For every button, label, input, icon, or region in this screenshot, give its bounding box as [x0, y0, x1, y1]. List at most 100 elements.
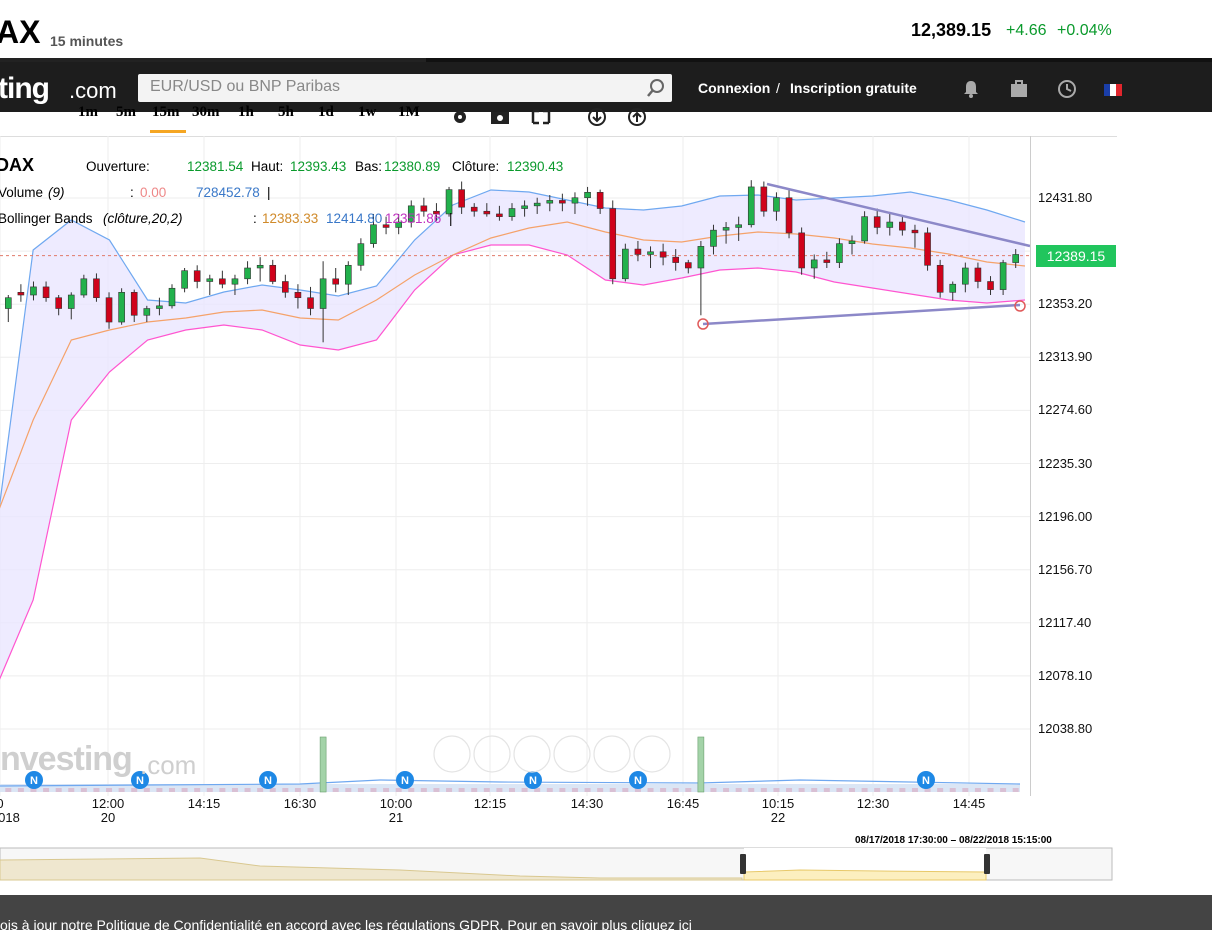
- upload-icon[interactable]: [626, 108, 648, 126]
- interval-5h[interactable]: 5h: [278, 104, 294, 121]
- volume-bar: [571, 788, 578, 792]
- current-price-label: 12389.15: [1036, 245, 1116, 267]
- interval-1m[interactable]: 1m: [78, 104, 98, 121]
- site-logo-com[interactable]: .com: [69, 78, 117, 104]
- volume-bar: [257, 788, 264, 792]
- x-tick-label: 14:45: [952, 796, 986, 811]
- navigator-handle-left: [740, 854, 746, 874]
- volume-bar: [5, 788, 12, 792]
- volume-bar: [143, 788, 150, 792]
- timeframe-label: 15 minutes: [50, 33, 124, 49]
- volume-bar: [811, 788, 818, 792]
- candle-body: [710, 229, 717, 247]
- volume-bar: [786, 788, 793, 792]
- interval-1h[interactable]: 1h: [238, 104, 254, 121]
- volume-bar: [294, 788, 301, 792]
- interval-5m[interactable]: 5m: [116, 104, 136, 121]
- interval-1w[interactable]: 1w: [358, 104, 376, 121]
- candle-body: [936, 264, 944, 293]
- candle-body: [760, 186, 768, 212]
- login-link[interactable]: Connexion: [698, 80, 770, 96]
- legend-open-label: Ouverture:: [86, 159, 150, 174]
- legend-bb-label: Bollinger Bands: [0, 211, 93, 226]
- candle-body: [634, 248, 642, 255]
- candle-body: [987, 281, 994, 290]
- x-tick-label: 14:30: [570, 796, 604, 811]
- legend-bb-param: (clôture,20,2): [103, 211, 183, 226]
- candle-body: [823, 259, 831, 263]
- volume-bar: [118, 788, 125, 792]
- fullscreen-icon[interactable]: [530, 108, 552, 126]
- zoom-control-icon: [473, 735, 511, 773]
- bell-icon[interactable]: [960, 78, 982, 100]
- y-tick-label: 12038.80: [1038, 721, 1093, 736]
- legend-bb-lower: 12351.86: [385, 211, 442, 226]
- legend-bb-colon: :: [253, 211, 257, 226]
- volume-bar: [181, 788, 188, 792]
- candle-body: [798, 232, 805, 269]
- candle-body: [105, 297, 113, 323]
- interval-15m[interactable]: 15m: [152, 104, 180, 121]
- volume-bar: [521, 788, 528, 792]
- candle-body: [861, 216, 868, 242]
- legend-volume-pipe: |: [267, 185, 271, 200]
- zoom-control-icon: [513, 735, 551, 773]
- interval-selected-indicator: [150, 130, 186, 133]
- y-tick-label: 12235.30: [1038, 455, 1093, 471]
- volume-bar: [546, 788, 553, 792]
- candle-body: [143, 308, 151, 316]
- news-marker-label: N: [634, 775, 642, 787]
- volume-bar: [861, 788, 868, 792]
- y-tick-label: 12196.00: [1038, 508, 1093, 524]
- volume-bar: [937, 788, 944, 792]
- candle-body: [219, 278, 226, 285]
- candle-body: [1012, 254, 1020, 263]
- volume-bar: [17, 788, 24, 792]
- candle-body: [231, 278, 239, 285]
- candle-body: [571, 197, 579, 204]
- volume-bar: [962, 788, 969, 792]
- y-tick-label: 12078.10: [1038, 667, 1093, 683]
- candle-body: [974, 267, 982, 282]
- gdpr-banner-text[interactable]: ois à jour notre Politique de Confidenti…: [0, 917, 692, 933]
- candle-body: [319, 278, 327, 309]
- volume-bar: [282, 788, 289, 792]
- volume-bar: [1012, 788, 1019, 792]
- search-icon[interactable]: [646, 78, 666, 98]
- french-flag-icon[interactable]: [1104, 84, 1122, 96]
- interval-1d[interactable]: 1d: [318, 104, 334, 121]
- chart-canvas[interactable]: NNNNNNN: [0, 136, 1117, 830]
- volume-bar: [332, 788, 339, 792]
- site-logo[interactable]: ting: [0, 72, 50, 106]
- candle-body: [80, 278, 88, 296]
- download-icon[interactable]: [586, 108, 608, 126]
- volume-bar: [383, 788, 390, 792]
- x-date-label: 20: [100, 810, 116, 825]
- volume-bar: [43, 788, 50, 792]
- volume-bar: [836, 788, 843, 792]
- zoom-control-icon: [593, 735, 631, 773]
- volume-bar: [849, 788, 855, 792]
- legend-volume-label: Volume: [0, 185, 44, 200]
- interval-1mo[interactable]: 1M: [398, 104, 420, 121]
- x-tick-label: 10:00: [379, 796, 413, 811]
- candle-body: [269, 264, 277, 282]
- volume-bar: [773, 788, 780, 792]
- support-trendline: [702, 303, 1021, 326]
- candle-body: [67, 294, 75, 309]
- zoom-control-icon: [633, 735, 671, 773]
- candle-body: [307, 297, 314, 309]
- candle-body: [684, 262, 692, 269]
- candle-body: [559, 200, 566, 204]
- settings-icon[interactable]: [449, 108, 471, 126]
- portfolio-icon[interactable]: [1008, 78, 1030, 100]
- volume-bar: [735, 788, 742, 792]
- camera-icon[interactable]: [489, 108, 511, 126]
- signup-link[interactable]: Inscription gratuite: [790, 80, 917, 96]
- interval-30m[interactable]: 30m: [192, 104, 220, 121]
- legend-bb-pipe: |: [449, 211, 453, 226]
- candle-body: [533, 202, 541, 207]
- legend-volume-colon: :: [130, 185, 134, 200]
- clock-icon[interactable]: [1056, 78, 1078, 100]
- bollinger-fill: [0, 190, 1025, 679]
